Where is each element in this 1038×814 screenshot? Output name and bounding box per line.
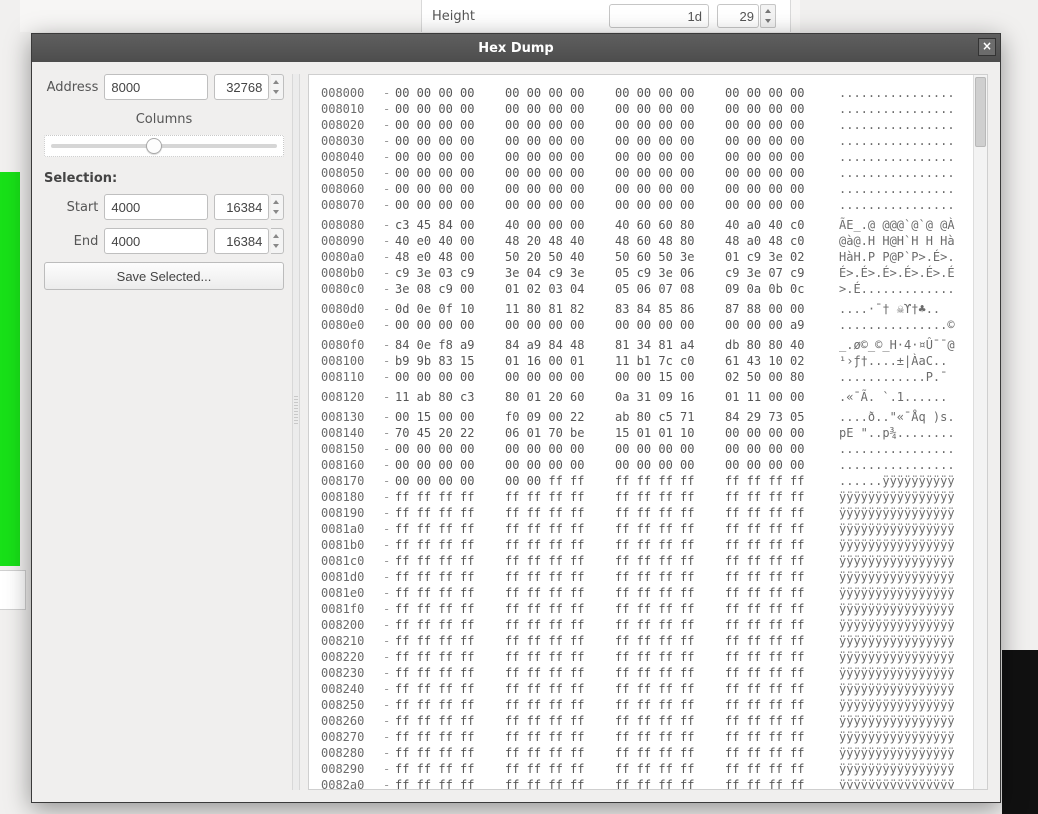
hex-row: 008060-00 00 00 0000 00 00 0000 00 00 00…: [321, 181, 965, 197]
hex-row: 0081b0-ff ff ff ffff ff ff ffff ff ff ff…: [321, 537, 965, 553]
hex-row: 0081f0-ff ff ff ffff ff ff ffff ff ff ff…: [321, 601, 965, 617]
hex-row: 008110-00 00 00 0000 00 00 0000 00 15 00…: [321, 369, 965, 385]
hex-row: 008250-ff ff ff ffff ff ff ffff ff ff ff…: [321, 697, 965, 713]
start-dec-input[interactable]: [214, 194, 269, 220]
start-label: Start: [44, 200, 98, 215]
end-dec-input[interactable]: [214, 228, 269, 254]
hex-row: 0081a0-ff ff ff ffff ff ff ffff ff ff ff…: [321, 521, 965, 537]
dialog-title: Hex Dump: [478, 41, 554, 56]
bg-white-region: [0, 570, 26, 610]
columns-slider-thumb[interactable]: [146, 138, 162, 154]
hex-row: 008140-70 45 20 2206 01 70 be15 01 01 10…: [321, 425, 965, 441]
end-spinner[interactable]: [271, 228, 284, 254]
sidebar: Address Columns Selection: Start: [44, 74, 284, 790]
hex-row: 008200-ff ff ff ffff ff ff ffff ff ff ff…: [321, 617, 965, 633]
hex-row: 0080c0-3e 08 c9 0001 02 03 0405 06 07 08…: [321, 281, 965, 297]
hex-row: 008230-ff ff ff ffff ff ff ffff ff ff ff…: [321, 665, 965, 681]
start-spinner[interactable]: [271, 194, 284, 220]
hex-row: 008030-00 00 00 0000 00 00 0000 00 00 00…: [321, 133, 965, 149]
end-label: End: [44, 234, 98, 249]
hex-row: 008220-ff ff ff ffff ff ff ffff ff ff ff…: [321, 649, 965, 665]
hex-row: 0080f0-84 0e f8 a984 a9 84 4881 34 81 a4…: [321, 337, 965, 353]
hex-row: 008160-00 00 00 0000 00 00 0000 00 00 00…: [321, 457, 965, 473]
hex-row: 008020-00 00 00 0000 00 00 0000 00 00 00…: [321, 117, 965, 133]
hex-row: 0080b0-c9 3e 03 c93e 04 c9 3e05 c9 3e 06…: [321, 265, 965, 281]
hex-row: 008190-ff ff ff ffff ff ff ffff ff ff ff…: [321, 505, 965, 521]
close-button[interactable]: ×: [978, 38, 996, 56]
selection-heading: Selection:: [44, 171, 284, 186]
hex-dump-dialog: Hex Dump × Address Columns Selection: St…: [31, 33, 1001, 803]
scrollbar-thumb[interactable]: [975, 77, 986, 147]
columns-label: Columns: [44, 112, 284, 127]
dialog-titlebar[interactable]: Hex Dump ×: [32, 34, 1000, 62]
height-dec-input[interactable]: [717, 4, 759, 28]
save-selected-button[interactable]: Save Selected...: [44, 262, 284, 290]
height-label: Height: [432, 9, 475, 24]
end-hex-input[interactable]: [104, 228, 208, 254]
hex-row: 008040-00 00 00 0000 00 00 0000 00 00 00…: [321, 149, 965, 165]
height-spinner[interactable]: [760, 4, 776, 28]
bg-black-region: [1002, 650, 1038, 814]
hex-row: 008050-00 00 00 0000 00 00 0000 00 00 00…: [321, 165, 965, 181]
hex-row: 008240-ff ff ff ffff ff ff ffff ff ff ff…: [321, 681, 965, 697]
hex-content[interactable]: 008000-00 00 00 0000 00 00 0000 00 00 00…: [309, 75, 973, 789]
bg-green-region: [0, 172, 20, 566]
height-hex-input[interactable]: [609, 4, 709, 28]
hex-row: 0082a0-ff ff ff ffff ff ff ffff ff ff ff…: [321, 777, 965, 789]
hex-row: 0081d0-ff ff ff ffff ff ff ffff ff ff ff…: [321, 569, 965, 585]
address-spinner[interactable]: [271, 74, 284, 100]
columns-slider[interactable]: [44, 135, 284, 157]
hex-row: 0080d0-0d 0e 0f 1011 80 81 8283 84 85 86…: [321, 301, 965, 317]
hex-row: 0081c0-ff ff ff ffff ff ff ffff ff ff ff…: [321, 553, 965, 569]
hex-row: 0080a0-48 e0 48 0050 20 50 4050 60 50 3e…: [321, 249, 965, 265]
hex-row: 008080-c3 45 84 0040 00 00 0040 60 60 80…: [321, 217, 965, 233]
hex-row: 008170-00 00 00 0000 00 ff ffff ff ff ff…: [321, 473, 965, 489]
hex-row: 008120-11 ab 80 c380 01 20 600a 31 09 16…: [321, 389, 965, 405]
pane-splitter[interactable]: [292, 74, 300, 790]
hex-row: 008010-00 00 00 0000 00 00 0000 00 00 00…: [321, 101, 965, 117]
hex-row: 0081e0-ff ff ff ffff ff ff ffff ff ff ff…: [321, 585, 965, 601]
address-label: Address: [44, 80, 98, 95]
hex-row: 008100-b9 9b 83 1501 16 00 0111 b1 7c c0…: [321, 353, 965, 369]
start-hex-input[interactable]: [104, 194, 208, 220]
hex-view-pane: 008000-00 00 00 0000 00 00 0000 00 00 00…: [308, 74, 988, 790]
hex-row: 008070-00 00 00 0000 00 00 0000 00 00 00…: [321, 197, 965, 213]
hex-row: 0080e0-00 00 00 0000 00 00 0000 00 00 00…: [321, 317, 965, 333]
hex-row: 008000-00 00 00 0000 00 00 0000 00 00 00…: [321, 85, 965, 101]
vertical-scrollbar[interactable]: [973, 75, 987, 789]
hex-row: 008180-ff ff ff ffff ff ff ffff ff ff ff…: [321, 489, 965, 505]
hex-row: 008090-40 e0 40 0048 20 48 4048 60 48 80…: [321, 233, 965, 249]
hex-row: 008290-ff ff ff ffff ff ff ffff ff ff ff…: [321, 761, 965, 777]
hex-row: 008150-00 00 00 0000 00 00 0000 00 00 00…: [321, 441, 965, 457]
hex-row: 008130-00 15 00 00f0 09 00 22ab 80 c5 71…: [321, 409, 965, 425]
hex-row: 008260-ff ff ff ffff ff ff ffff ff ff ff…: [321, 713, 965, 729]
address-dec-input[interactable]: [214, 74, 269, 100]
hex-row: 008280-ff ff ff ffff ff ff ffff ff ff ff…: [321, 745, 965, 761]
hex-row: 008270-ff ff ff ffff ff ff ffff ff ff ff…: [321, 729, 965, 745]
hex-row: 008210-ff ff ff ffff ff ff ffff ff ff ff…: [321, 633, 965, 649]
address-hex-input[interactable]: [104, 74, 208, 100]
